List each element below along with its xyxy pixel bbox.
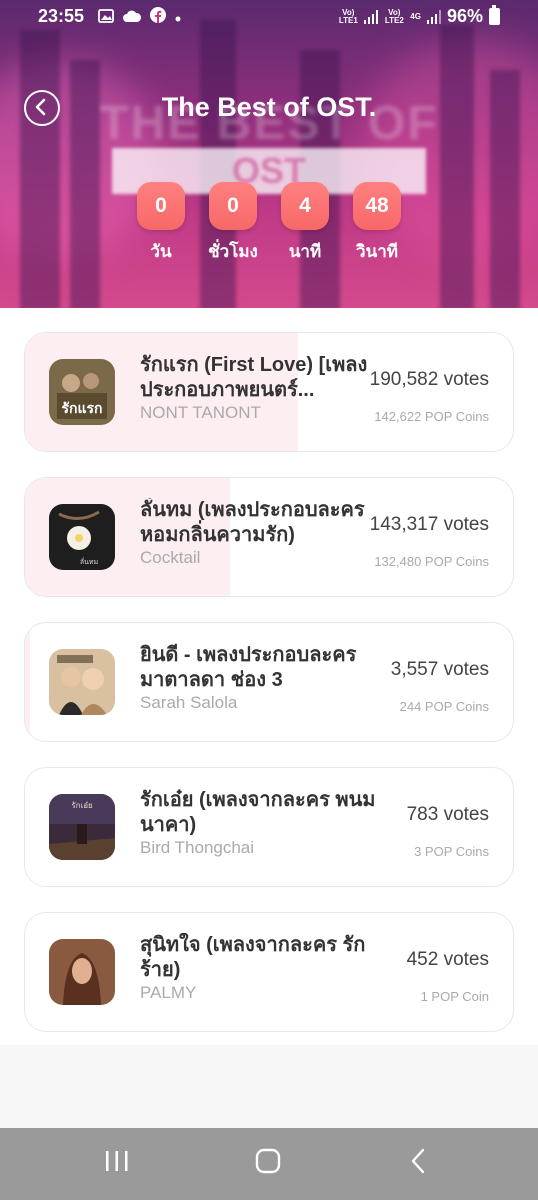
back-nav-button[interactable] [408,1148,430,1179]
song-list: รักแรก รักแรก (First Love) [เพลงประกอบภา… [0,308,538,1045]
countdown-seconds: 48 วินาที [353,182,401,265]
signal-icon [426,9,441,24]
song-title: สุนิทใจ (เพลงจากละคร รักร้าย) [140,934,366,981]
countdown-hours: 0 ชั่วโมง [208,182,258,265]
song-card[interactable]: ยินดี - เพลงประกอบละครมาตาลดา ช่อง 3 Sar… [24,622,514,742]
album-cover: รักเอ๋ย [49,794,115,860]
background-building [20,30,60,308]
svg-text:ลั่นทม: ลั่นทม [80,557,98,566]
status-time: 23:55 [38,6,85,26]
album-cover: รักแรก [49,359,115,425]
countdown-value: 48 [353,182,401,230]
recents-button[interactable] [104,1148,130,1179]
lte1-label: Vo) LTE1 [338,7,358,25]
vote-count: 190,582 votes [369,369,489,390]
countdown-value: 0 [137,182,185,230]
facebook-icon [150,7,166,28]
countdown-timer: 0 วัน 0 ชั่วโมง 4 นาที 48 วินาที [137,182,401,265]
cloud-icon [122,7,142,28]
album-cover: ลั่นทม [49,504,115,570]
song-title: รักเอ๋ย (เพลงจากละคร พนมนาคา) [140,789,376,836]
vote-count: 143,317 votes [369,514,489,535]
song-card[interactable]: ลั่นทม ลั่นทม (เพลงประกอบละคร หอมกลิ่นคว… [24,477,514,597]
countdown-minutes: 4 นาที [281,182,329,265]
signal-icon [364,9,379,24]
recents-icon [106,1151,128,1171]
battery-percent: 96% [446,6,483,26]
countdown-label: วินาที [356,242,398,261]
countdown-label: วัน [150,242,172,261]
vote-count: 3,557 votes [390,659,489,680]
svg-text:รักเอ๋ย: รักเอ๋ย [71,801,92,810]
song-artist: Bird Thongchai [140,838,255,857]
countdown-label: ชั่วโมง [208,242,258,261]
song-card[interactable]: รักแรก รักแรก (First Love) [เพลงประกอบภา… [24,332,514,452]
song-card[interactable]: รักเอ๋ย รักเอ๋ย (เพลงจากละคร พนมนาคา) Bi… [24,767,514,887]
network-type-label: 4G [410,11,421,21]
album-cover [49,649,115,715]
song-artist: Sarah Salola [140,693,238,712]
countdown-days: 0 วัน [137,182,185,265]
back-icon [411,1148,425,1174]
home-button[interactable] [255,1148,281,1179]
system-navigation-bar [0,1128,538,1200]
header-banner: THE BEST OF OST 23:55 Vo) LTE1 Vo) LTE2 … [0,0,538,308]
page-title: The Best of OST. [161,92,377,122]
pop-coins: 3 POP Coins [414,844,489,859]
dot-icon [174,7,182,28]
pop-coins: 244 POP Coins [399,699,489,714]
home-icon [255,1148,281,1174]
song-card[interactable]: สุนิทใจ (เพลงจากละคร รักร้าย) PALMY 452 … [24,912,514,1032]
vote-share-bar [25,623,30,741]
pop-coins: 142,622 POP Coins [374,409,489,424]
background-building [440,25,474,308]
song-artist: Cocktail [140,548,201,567]
pop-coins: 132,480 POP Coins [374,554,489,569]
countdown-label: นาที [288,242,322,261]
image-icon [98,7,114,28]
song-title: ยินดี - เพลงประกอบละครมาตาลดา ช่อง 3 [140,644,357,691]
pop-coins: 1 POP Coin [420,989,489,1004]
song-title: รักแรก (First Love) [เพลงประกอบภาพยนตร์.… [140,354,368,401]
countdown-value: 4 [281,182,329,230]
status-bar: 23:55 Vo) LTE1 Vo) LTE2 4G 96% [0,0,538,32]
vote-count: 783 votes [406,804,489,825]
battery-icon [489,5,500,25]
lte2-label: Vo) LTE2 [384,7,404,25]
vote-count: 452 votes [406,949,489,970]
countdown-value: 0 [209,182,257,230]
song-artist: PALMY [140,983,197,1002]
song-artist: NONT TANONT [140,403,261,422]
song-title: ลั่นทม (เพลงประกอบละคร หอมกลิ่นความรัก) [140,499,365,546]
album-cover [49,939,115,1005]
svg-text:รักแรก: รักแรก [61,401,102,417]
